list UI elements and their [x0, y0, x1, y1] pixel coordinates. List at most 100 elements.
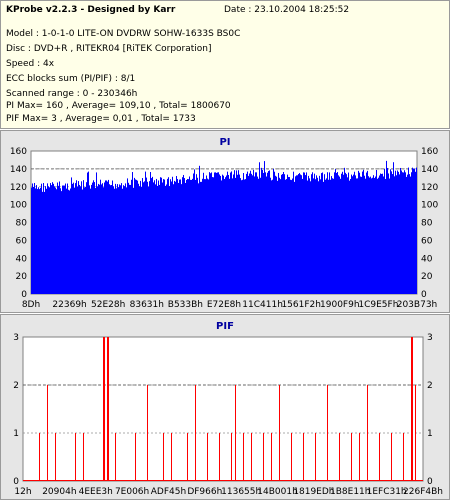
pi-bar — [287, 174, 288, 294]
pi-bar — [339, 176, 340, 294]
pi-bar — [78, 181, 79, 294]
pi-bar — [307, 180, 308, 294]
pi-bar — [310, 181, 311, 294]
pi-bar — [367, 170, 368, 294]
y-tick-label-left: 1 — [13, 429, 19, 439]
pi-bar — [70, 188, 71, 294]
pi-bar — [293, 171, 294, 294]
pi-bar — [416, 167, 417, 294]
pif-bar — [379, 433, 380, 481]
y-tick-label-right: 40 — [421, 254, 433, 264]
pi-bar — [54, 186, 55, 294]
y-tick-label-right: 80 — [421, 219, 433, 229]
pi-bar — [382, 173, 383, 294]
y-tick-label-right: 0 — [421, 290, 427, 300]
pi-bar — [388, 173, 389, 294]
pi-bar — [93, 180, 94, 294]
pi-bar — [372, 177, 373, 294]
pi-bar — [218, 172, 219, 294]
pif-bar — [291, 433, 292, 481]
pi-bar — [360, 176, 361, 294]
pi-bar — [31, 187, 32, 294]
pi-bar — [314, 173, 315, 294]
pi-bar — [122, 188, 123, 294]
y-tick-label-left: 120 — [10, 183, 27, 193]
x-tick-label: 11C411h — [242, 300, 283, 310]
chart-title: PIF — [216, 321, 234, 332]
pi-bar — [168, 177, 169, 294]
pi-bar — [331, 176, 332, 294]
pi-bar — [356, 178, 357, 294]
pi-bar — [111, 184, 112, 294]
pi-bar — [96, 172, 97, 294]
y-tick-label-left: 2 — [13, 381, 19, 391]
pi-bar — [41, 183, 42, 294]
pi-bar — [143, 182, 144, 294]
pi-bar — [173, 184, 174, 294]
pi-bar — [217, 172, 218, 294]
pi-bar — [284, 174, 285, 294]
pi-bar — [206, 175, 207, 294]
pi-bar — [318, 181, 319, 294]
pi-bar — [364, 175, 365, 294]
pi-bar — [324, 174, 325, 294]
pi-bar — [311, 174, 312, 294]
pi-bar — [228, 174, 229, 294]
pi-bar — [406, 176, 407, 294]
pif-bar — [163, 433, 164, 481]
pif-bar — [263, 433, 264, 481]
pi-bar — [241, 180, 242, 294]
pi-bar — [242, 179, 243, 294]
pi-bar — [148, 186, 149, 294]
ecc-line: ECC blocks sum (PI/PIF) : 8/1 — [6, 74, 136, 84]
pif-bar — [243, 433, 244, 481]
pi-bar — [142, 178, 143, 294]
pi-bar — [216, 172, 217, 294]
pi-bar — [160, 177, 161, 294]
y-tick-label-right: 160 — [421, 147, 438, 157]
pi-bar — [33, 186, 34, 294]
pi-bar — [277, 180, 278, 294]
pi-bar — [177, 179, 178, 294]
pi-bar — [181, 184, 182, 294]
pi-bar — [256, 172, 257, 294]
pif-bar — [55, 433, 56, 481]
pi-bar — [377, 178, 378, 294]
pi-bar — [45, 186, 46, 294]
pi-bar — [118, 187, 119, 294]
pi-bar — [343, 174, 344, 294]
pi-bar — [144, 181, 145, 294]
pif-bar — [135, 433, 136, 481]
pi-bar — [321, 173, 322, 294]
pi-bar — [161, 177, 162, 294]
pi-bar — [333, 178, 334, 294]
pi-bar — [301, 175, 302, 294]
pif-bar — [367, 385, 368, 481]
pi-bar — [254, 176, 255, 294]
y-tick-label-left: 160 — [10, 147, 27, 157]
pi-bar — [393, 162, 394, 294]
pi-bar — [127, 178, 128, 294]
pi-bar — [246, 173, 247, 294]
pi-bar — [197, 177, 198, 294]
pif-bar — [107, 337, 109, 481]
pi-bar — [352, 176, 353, 294]
scan-date: Date : 23.10.2004 18:25:52 — [224, 5, 350, 15]
pif-bar — [115, 433, 116, 481]
pi-bar — [349, 180, 350, 294]
pi-bar — [248, 175, 249, 294]
pi-bar — [249, 173, 250, 294]
pi-bar — [400, 167, 401, 294]
pi-bar — [190, 179, 191, 294]
pi-bar — [328, 179, 329, 294]
pi-bar — [116, 188, 117, 294]
pi-bar — [279, 177, 280, 294]
pi-bar — [179, 179, 180, 294]
pi-bar — [106, 180, 107, 294]
pi-bar — [396, 175, 397, 294]
x-tick-label: DF966h — [187, 487, 222, 497]
pi-bar — [157, 185, 158, 294]
pi-bar — [280, 179, 281, 294]
pif-bar — [403, 433, 404, 481]
pi-bar — [215, 172, 216, 294]
